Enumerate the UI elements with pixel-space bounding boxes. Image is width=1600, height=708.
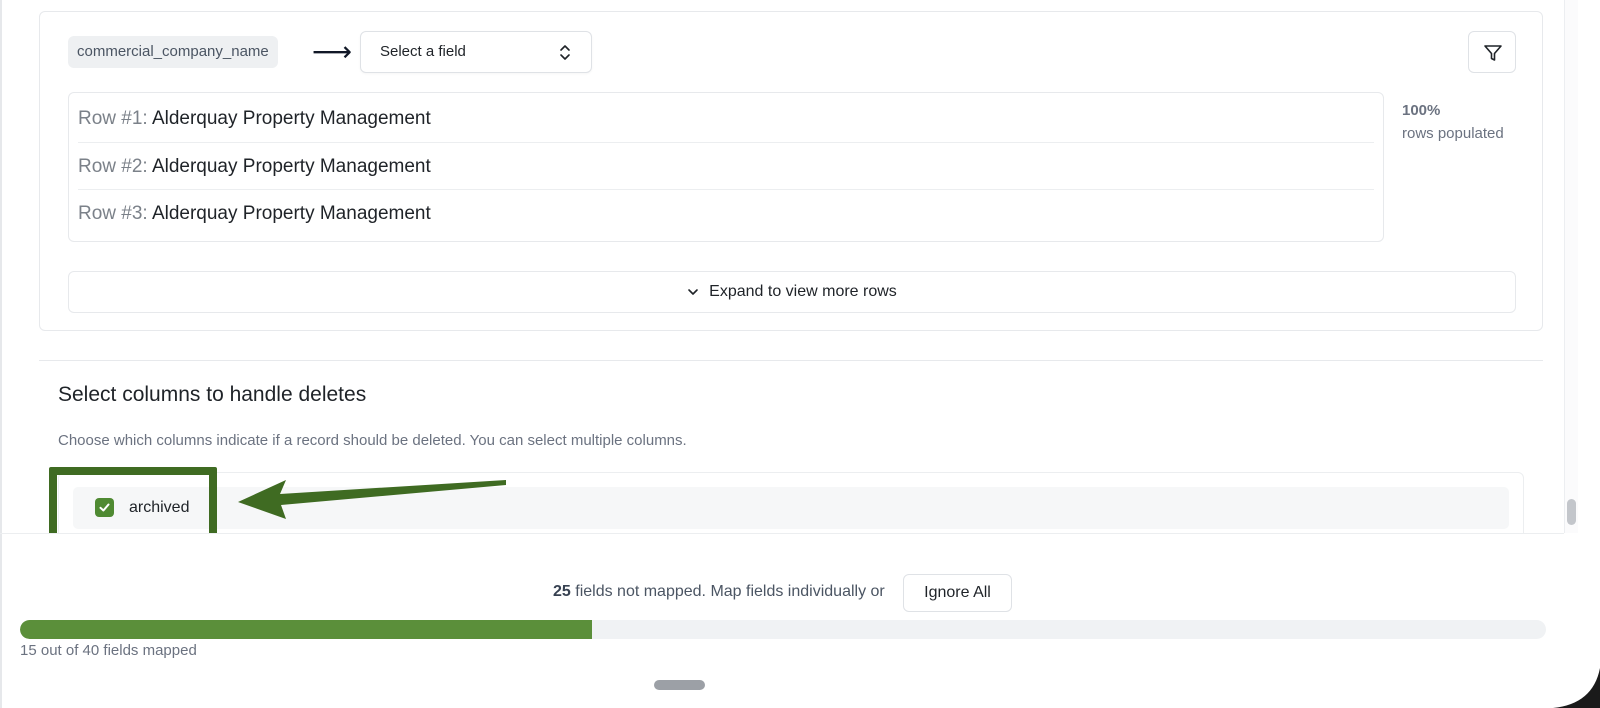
unmapped-count: 25: [553, 583, 571, 600]
row-number-label: Row #1:: [78, 108, 152, 129]
row-value: Alderquay Property Management: [151, 203, 431, 224]
sample-row: Row #3: Alderquay Property Management: [78, 189, 1374, 236]
chevron-up-down-icon: [560, 45, 570, 60]
field-mapping-card: commercial_company_name ⟶ Select a field…: [39, 11, 1543, 331]
row-number-label: Row #2:: [78, 156, 152, 177]
ignore-all-button[interactable]: Ignore All: [903, 574, 1012, 612]
row-value: Alderquay Property Management: [151, 108, 431, 129]
rows-populated-label: rows populated: [1402, 125, 1504, 142]
annotation-arrow-icon: [238, 480, 506, 519]
expand-rows-label: Expand to view more rows: [709, 283, 897, 300]
window-corner: [1553, 668, 1600, 708]
expand-rows-button[interactable]: Expand to view more rows: [68, 271, 1516, 313]
mapping-progress-bar: [20, 620, 1546, 639]
mapping-progress-caption: 15 out of 40 fields mapped: [20, 642, 197, 659]
annotation-highlight-box: [49, 467, 217, 533]
page: commercial_company_name ⟶ Select a field…: [0, 0, 1600, 708]
target-field-select[interactable]: Select a field: [360, 31, 592, 73]
filter-icon: [1484, 45, 1502, 61]
drag-handle[interactable]: [654, 680, 705, 690]
mapping-scroll-area: commercial_company_name ⟶ Select a field…: [0, 0, 1564, 533]
deletes-section-description: Choose which columns indicate if a recor…: [58, 432, 687, 449]
deletes-section-title: Select columns to handle deletes: [58, 383, 367, 406]
rows-populated-percent: 100%: [1402, 102, 1441, 119]
vertical-scrollbar[interactable]: [1564, 0, 1578, 533]
sample-rows-preview: Row #1: Alderquay Property Management Ro…: [68, 92, 1384, 242]
footer-divider: [0, 533, 1564, 534]
target-field-select-value: Select a field: [380, 43, 466, 60]
source-column-chip: commercial_company_name: [68, 36, 278, 68]
sample-row: Row #2: Alderquay Property Management: [78, 142, 1374, 189]
mapping-progress-fill: [20, 620, 593, 639]
chevron-down-icon: [688, 289, 698, 295]
unmapped-text: fields not mapped. Map fields individual…: [570, 583, 885, 600]
section-divider: [39, 360, 1543, 361]
mapping-arrow-icon: ⟶: [312, 36, 353, 67]
unmapped-fields-message: 25 fields not mapped. Map fields individ…: [553, 583, 885, 601]
row-value: Alderquay Property Management: [151, 156, 431, 177]
sample-row: Row #1: Alderquay Property Management: [78, 95, 1374, 142]
row-number-label: Row #3:: [78, 203, 152, 224]
scrollbar-thumb[interactable]: [1567, 499, 1576, 525]
filter-button[interactable]: [1468, 31, 1516, 73]
